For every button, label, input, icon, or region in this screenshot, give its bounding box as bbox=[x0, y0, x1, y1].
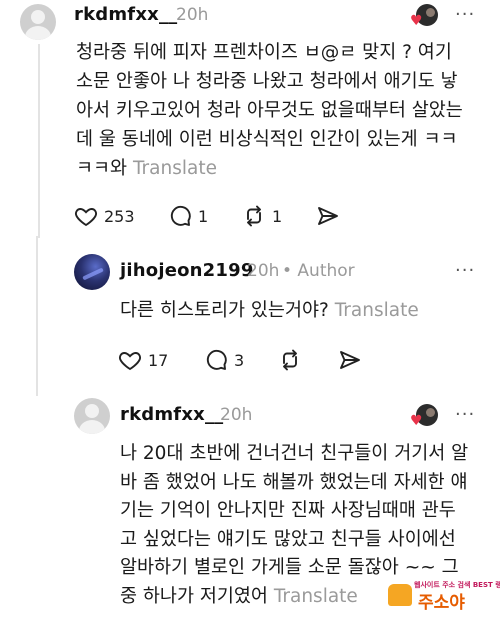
like-count: 17 bbox=[148, 350, 169, 370]
liked-by-author-icon: ♥ bbox=[410, 404, 438, 430]
watermark-logo: 웹사이트 주소 검색 BEST 랭킹 주소야 bbox=[386, 580, 500, 613]
share-icon bbox=[340, 351, 360, 369]
post-1: rkdmfxx__ 20h ♥ ··· 청라중 뒤에 피자 프렌차이즈 ㅂ@ㄹ … bbox=[0, 0, 500, 240]
avatar[interactable] bbox=[20, 4, 56, 40]
reply-button[interactable]: 1 bbox=[168, 202, 208, 230]
author-badge: • Author bbox=[282, 261, 355, 281]
comment-icon bbox=[206, 349, 227, 370]
reply-button[interactable]: 3 bbox=[204, 346, 244, 374]
post-body: 청라중 뒤에 피자 프렌차이즈 ㅂ@ㄹ 맞지 ? 여기 소문 안좋아 나 청라중… bbox=[76, 42, 463, 179]
heart-icon bbox=[75, 208, 97, 227]
repost-icon bbox=[247, 205, 261, 227]
repost-count: 1 bbox=[272, 206, 283, 226]
share-icon bbox=[318, 207, 338, 225]
liked-by-author-icon: ♥ bbox=[410, 4, 438, 30]
share-button[interactable] bbox=[316, 202, 340, 230]
like-button[interactable]: 253 bbox=[74, 202, 135, 230]
repost-icon bbox=[283, 349, 297, 371]
repost-button[interactable]: 1 bbox=[242, 202, 282, 230]
share-button[interactable] bbox=[338, 346, 362, 374]
post-2: jihojeon2199 20h • Author ··· 다른 히스토리가 있… bbox=[0, 250, 500, 390]
translate-link[interactable]: Translate bbox=[274, 586, 358, 607]
avatar[interactable] bbox=[74, 398, 110, 434]
comment-icon bbox=[170, 205, 191, 226]
like-count: 253 bbox=[104, 206, 135, 226]
heart-icon bbox=[119, 352, 141, 371]
reply-count: 3 bbox=[234, 350, 245, 370]
translate-link[interactable]: Translate bbox=[335, 300, 419, 321]
mascot-icon bbox=[388, 584, 412, 606]
username[interactable]: jihojeon2199 bbox=[120, 260, 254, 281]
action-bar: 253 1 1 bbox=[74, 202, 374, 230]
action-bar: 17 3 bbox=[118, 346, 378, 374]
more-options-icon[interactable]: ··· bbox=[455, 404, 475, 425]
timestamp: 20h bbox=[220, 405, 253, 425]
like-button[interactable]: 17 bbox=[118, 346, 168, 374]
translate-link[interactable]: Translate bbox=[133, 158, 217, 179]
reply-count: 1 bbox=[198, 206, 209, 226]
avatar[interactable] bbox=[74, 254, 110, 290]
timestamp: 20h bbox=[176, 5, 209, 25]
watermark-brand: 주소야 bbox=[418, 593, 465, 613]
post-body: 다른 히스토리가 있는거야? Translate bbox=[120, 300, 419, 321]
repost-button[interactable] bbox=[278, 346, 302, 374]
username[interactable]: rkdmfxx__ bbox=[74, 4, 177, 25]
more-options-icon[interactable]: ··· bbox=[455, 4, 475, 25]
username[interactable]: rkdmfxx__ bbox=[120, 404, 223, 425]
more-options-icon[interactable]: ··· bbox=[455, 260, 475, 281]
timestamp: 20h bbox=[247, 261, 280, 281]
